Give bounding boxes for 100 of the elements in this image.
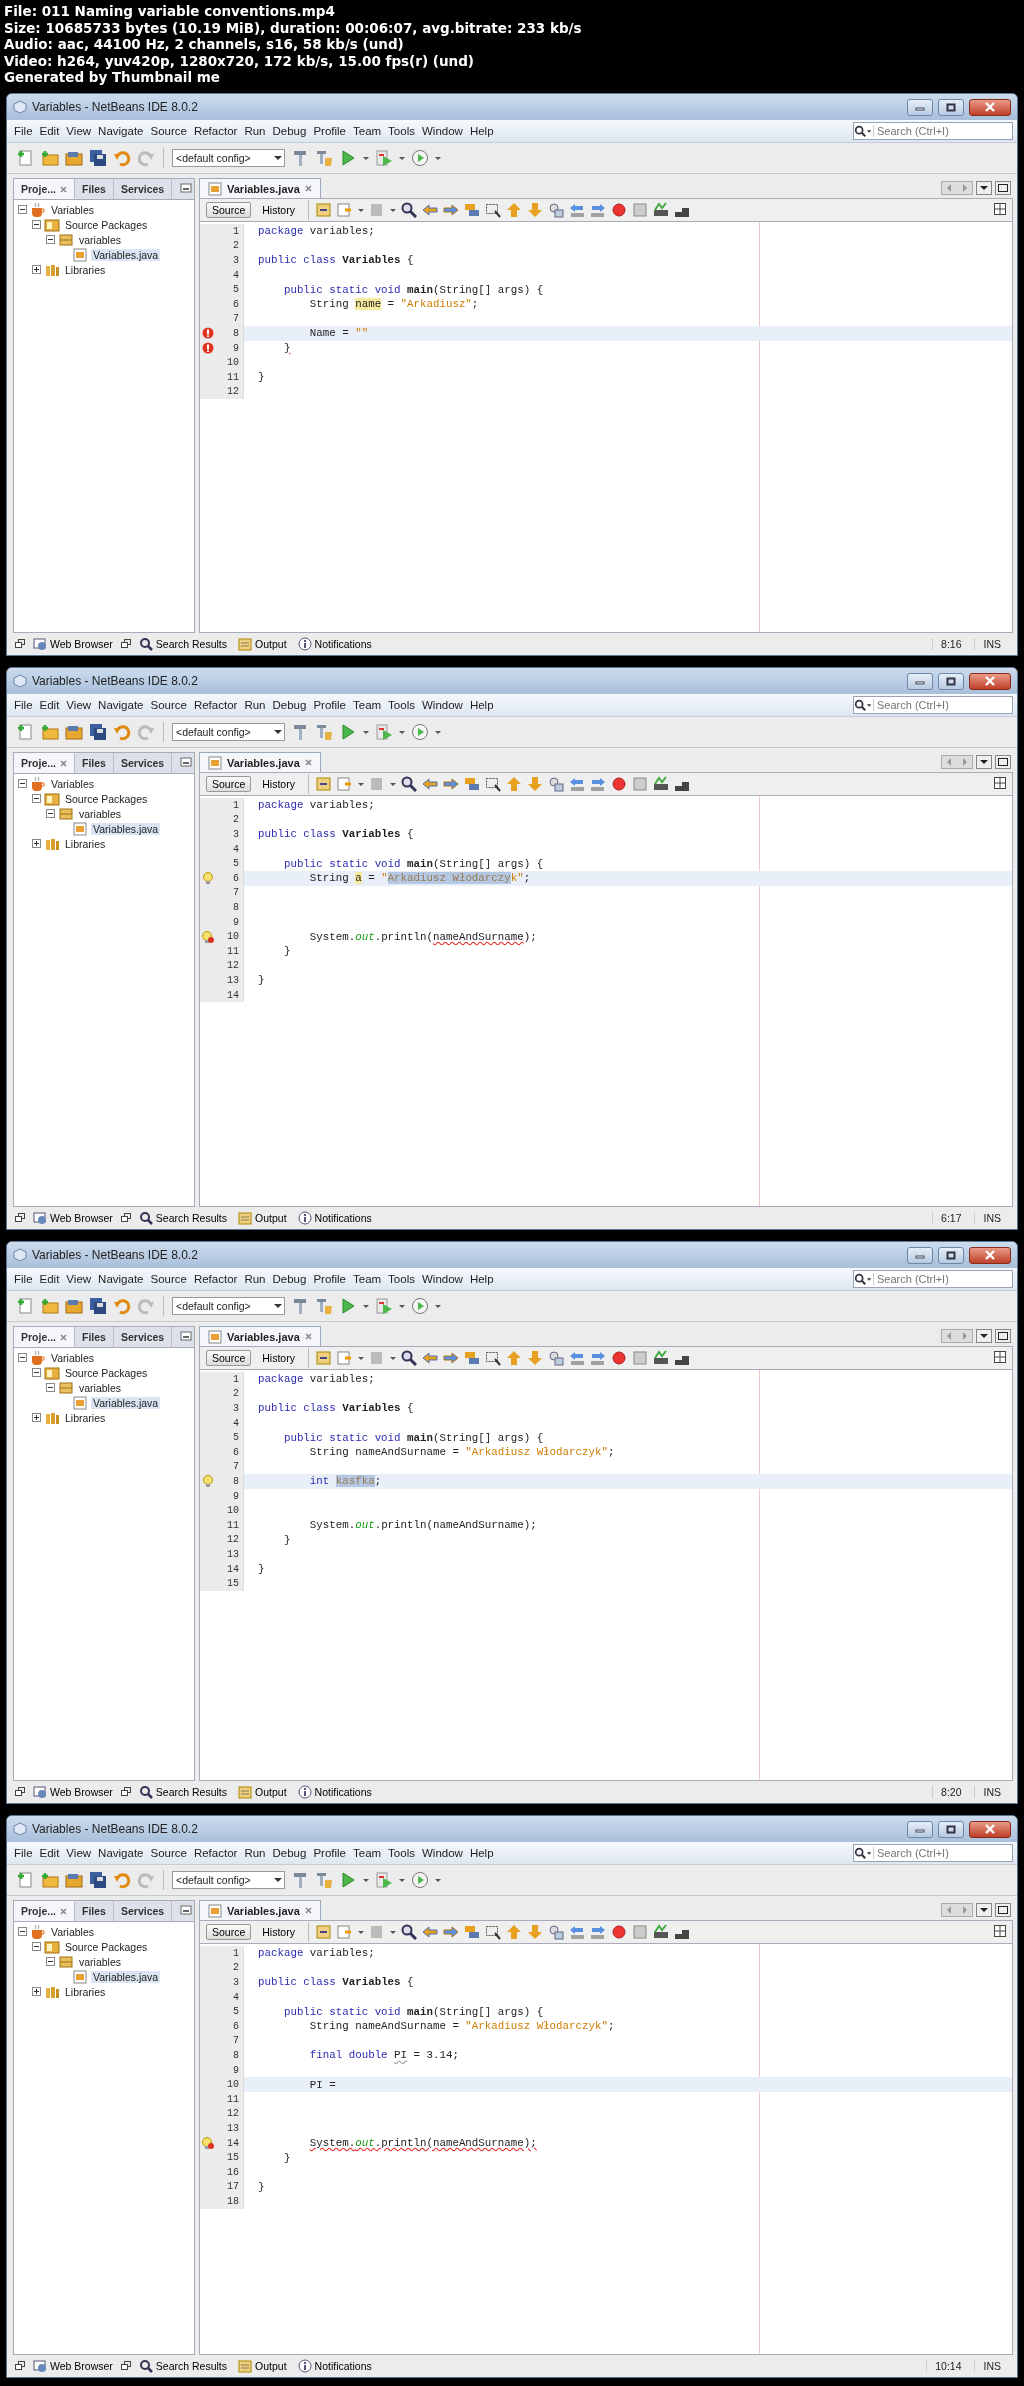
tree-item[interactable]: variables xyxy=(77,233,124,246)
collapse-icon[interactable] xyxy=(46,235,55,244)
arrow-right-icon[interactable] xyxy=(442,1924,459,1940)
shift-right-icon[interactable] xyxy=(589,202,606,218)
restore-icon[interactable] xyxy=(120,639,131,649)
collapse-icon[interactable] xyxy=(32,220,41,229)
open-project-icon[interactable] xyxy=(65,1297,83,1315)
collapse-icon[interactable] xyxy=(18,1353,27,1362)
view-tab[interactable]: History xyxy=(256,1350,301,1366)
shapes-icon[interactable] xyxy=(547,776,564,792)
config-dropdown[interactable]: <default config> xyxy=(172,1871,285,1889)
menu-item[interactable]: Source xyxy=(147,123,190,139)
new-project-icon[interactable] xyxy=(41,1297,59,1315)
shapes-icon[interactable] xyxy=(547,1350,564,1366)
arrow-left-icon[interactable] xyxy=(421,1350,438,1366)
hammer-icon[interactable] xyxy=(291,149,309,167)
tree-item[interactable]: Source Packages xyxy=(63,1940,150,1953)
new-file-icon[interactable] xyxy=(17,723,35,741)
hammer-icon[interactable] xyxy=(291,1871,309,1889)
info-icon[interactable] xyxy=(297,2359,312,2373)
arrow-right-icon[interactable] xyxy=(442,202,459,218)
config-dropdown[interactable]: <default config> xyxy=(172,1297,285,1315)
new-file-icon[interactable] xyxy=(17,1297,35,1315)
bottom-tab[interactable]: Output xyxy=(235,637,290,651)
bottom-tab[interactable]: Notifications xyxy=(294,1211,375,1225)
close-icon[interactable] xyxy=(60,1333,67,1341)
bottom-tab[interactable]: Web Browser xyxy=(30,1785,116,1799)
menu-item[interactable]: Navigate xyxy=(95,123,147,139)
bottom-tab[interactable]: Notifications xyxy=(294,2359,375,2373)
info-icon[interactable] xyxy=(297,637,312,651)
menu-item[interactable]: Refactor xyxy=(190,1845,241,1861)
run-icon[interactable] xyxy=(339,723,357,741)
tree-item[interactable]: Libraries xyxy=(63,1411,108,1424)
menu-item[interactable]: Debug xyxy=(269,1845,310,1861)
close-icon[interactable] xyxy=(60,185,67,193)
shapes-icon[interactable] xyxy=(547,1924,564,1940)
menu-item[interactable]: Run xyxy=(241,1845,269,1861)
run-icon[interactable] xyxy=(339,1297,357,1315)
stack-icon[interactable] xyxy=(463,1350,480,1366)
menu-item[interactable]: Refactor xyxy=(190,123,241,139)
open-project-icon[interactable] xyxy=(65,723,83,741)
info-icon[interactable] xyxy=(297,1785,312,1799)
chart-icon[interactable] xyxy=(652,1924,669,1940)
search-icon[interactable] xyxy=(854,1272,873,1286)
bottom-tab[interactable]: Search Results xyxy=(135,2359,231,2373)
menu-item[interactable]: Source xyxy=(147,1271,190,1287)
maximize-icon[interactable] xyxy=(995,1329,1011,1343)
expand-icon[interactable] xyxy=(32,1987,41,1996)
editor-tab[interactable]: Variables.java xyxy=(199,1326,321,1346)
shift-right-icon[interactable] xyxy=(589,1924,606,1940)
tree-item[interactable]: Variables xyxy=(49,1351,96,1364)
minimize-button[interactable] xyxy=(907,672,933,690)
menu-item[interactable]: Team xyxy=(350,697,385,713)
collapse-icon[interactable] xyxy=(32,1942,41,1951)
tree-item[interactable]: variables xyxy=(77,807,124,820)
chart-icon[interactable] xyxy=(652,1350,669,1366)
search-icon[interactable] xyxy=(138,637,153,651)
tree-item[interactable]: variables xyxy=(77,1955,124,1968)
chart-icon[interactable] xyxy=(652,202,669,218)
menu-item[interactable]: Edit xyxy=(36,1271,63,1287)
bottom-tab[interactable]: Search Results xyxy=(135,637,231,651)
search-icon[interactable] xyxy=(854,124,873,138)
tree-item[interactable]: Source Packages xyxy=(63,1366,150,1379)
editor-tab[interactable]: Variables.java xyxy=(199,178,321,198)
menu-item[interactable]: File xyxy=(11,697,36,713)
menu-item[interactable]: Window xyxy=(418,1845,466,1861)
shapes-icon[interactable] xyxy=(547,202,564,218)
tree-item[interactable]: Variables.java xyxy=(91,248,161,261)
new-file-icon[interactable] xyxy=(17,149,35,167)
selection-icon[interactable] xyxy=(484,1350,501,1366)
tree-item[interactable]: Libraries xyxy=(63,263,108,276)
stack-icon[interactable] xyxy=(463,202,480,218)
close-icon[interactable] xyxy=(304,1333,312,1340)
menu-item[interactable]: Refactor xyxy=(190,1271,241,1287)
maximize-icon[interactable] xyxy=(995,755,1011,769)
record-icon[interactable] xyxy=(610,776,627,792)
search-field[interactable]: Search (Ctrl+I) xyxy=(853,1844,1013,1862)
arrow-left-icon[interactable] xyxy=(421,1924,438,1940)
collapse-icon[interactable] xyxy=(46,1383,55,1392)
close-button[interactable] xyxy=(969,98,1011,116)
hammer-icon[interactable] xyxy=(291,723,309,741)
config-dropdown[interactable]: <default config> xyxy=(172,723,285,741)
bottom-tab[interactable]: Notifications xyxy=(294,637,375,651)
panel-tab[interactable]: Proje... xyxy=(14,1901,75,1921)
stack-icon[interactable] xyxy=(463,1924,480,1940)
menu-item[interactable]: Window xyxy=(418,697,466,713)
menu-item[interactable]: Edit xyxy=(36,697,63,713)
tree-item[interactable]: Variables.java xyxy=(91,1970,161,1983)
restore-icon[interactable] xyxy=(15,2361,25,2371)
shift-left-icon[interactable] xyxy=(568,1924,585,1940)
minimize-button[interactable] xyxy=(907,98,933,116)
close-icon[interactable] xyxy=(304,185,312,192)
tree-item[interactable]: Source Packages xyxy=(63,792,150,805)
shift-left-icon[interactable] xyxy=(568,776,585,792)
view-tab[interactable]: Source xyxy=(206,1924,252,1940)
menu-item[interactable]: Run xyxy=(241,1271,269,1287)
run-icon[interactable] xyxy=(339,149,357,167)
search-icon[interactable] xyxy=(400,1924,417,1940)
menu-item[interactable]: File xyxy=(11,123,36,139)
menu-item[interactable]: Profile xyxy=(310,1845,349,1861)
